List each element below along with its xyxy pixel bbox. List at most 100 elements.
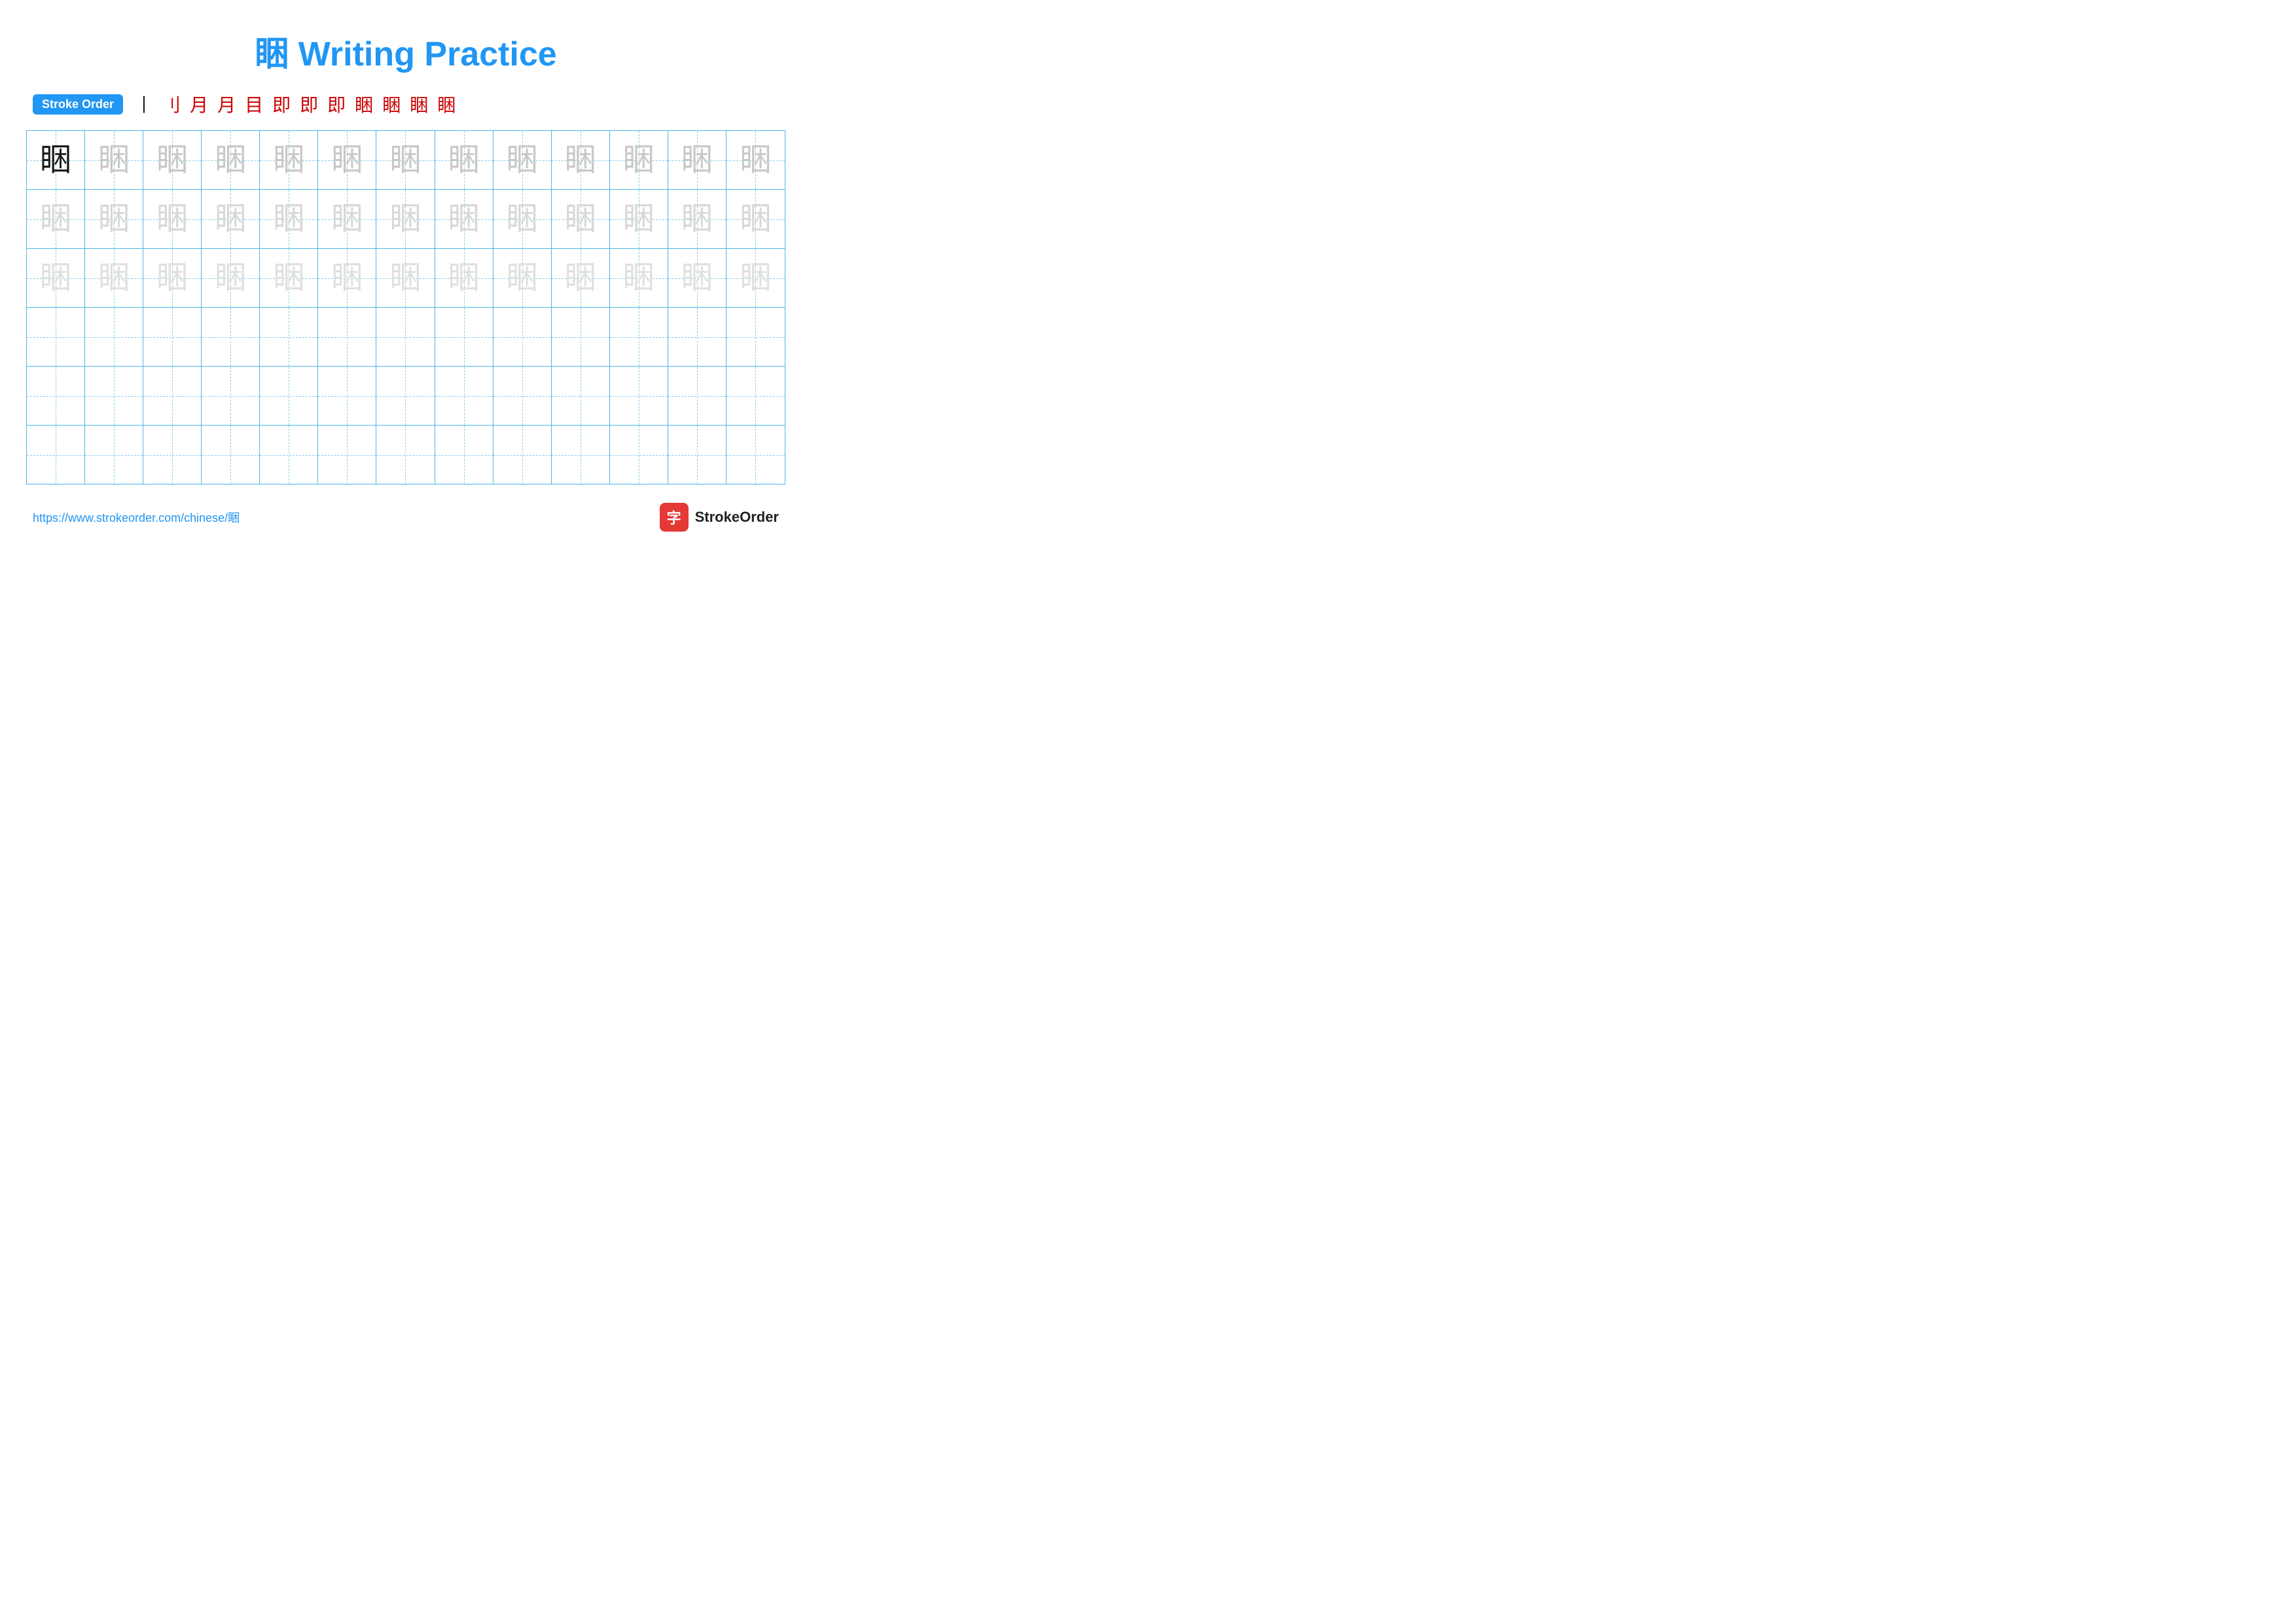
grid-cell[interactable] — [85, 426, 143, 484]
grid-cell[interactable] — [85, 308, 143, 366]
stroke-3: 月 — [190, 91, 208, 117]
grid-cell[interactable] — [27, 367, 85, 425]
grid-cell[interactable] — [552, 308, 610, 366]
grid-cell[interactable]: 睏 — [202, 249, 260, 307]
grid-cell[interactable] — [726, 367, 785, 425]
stroke-12: 睏 — [437, 91, 456, 117]
grid-cell[interactable]: 睏 — [376, 249, 435, 307]
stroke-order-row: Stroke Order 丨 刂 月 月 目 即 即 即 睏 睏 睏 睏 — [26, 91, 785, 117]
grid-cell[interactable] — [435, 426, 493, 484]
grid-cell[interactable] — [435, 367, 493, 425]
grid-cell[interactable] — [143, 426, 202, 484]
grid-cell[interactable] — [318, 308, 376, 366]
grid-cell[interactable]: 睏 — [143, 131, 202, 189]
grid-cell[interactable]: 睏 — [202, 131, 260, 189]
grid-cell[interactable]: 睏 — [493, 249, 552, 307]
grid-cell[interactable] — [143, 367, 202, 425]
char-display: 睏 — [565, 204, 596, 235]
grid-cell[interactable]: 睏 — [726, 131, 785, 189]
grid-cell[interactable] — [493, 367, 552, 425]
grid-cell[interactable]: 睏 — [726, 249, 785, 307]
grid-cell[interactable]: 睏 — [610, 249, 668, 307]
grid-cell[interactable] — [260, 426, 318, 484]
char-display: 睏 — [273, 145, 304, 176]
grid-cell[interactable]: 睏 — [610, 131, 668, 189]
grid-cell[interactable]: 睏 — [202, 190, 260, 248]
char-display: 睏 — [156, 204, 188, 235]
grid-cell[interactable]: 睏 — [435, 249, 493, 307]
grid-cell[interactable] — [668, 367, 726, 425]
grid-cell[interactable] — [143, 308, 202, 366]
grid-cell[interactable] — [552, 367, 610, 425]
grid-cell[interactable]: 睏 — [435, 131, 493, 189]
char-display: 睏 — [623, 204, 655, 235]
grid-cell[interactable] — [318, 426, 376, 484]
grid-cell[interactable]: 睏 — [27, 131, 85, 189]
grid-cell[interactable]: 睏 — [85, 249, 143, 307]
grid-row-5 — [27, 367, 785, 426]
grid-cell[interactable] — [27, 308, 85, 366]
grid-cell[interactable]: 睏 — [260, 131, 318, 189]
grid-cell[interactable] — [260, 367, 318, 425]
footer: https://www.strokeorder.com/chinese/睏 字 … — [26, 503, 785, 532]
grid-cell[interactable]: 睏 — [668, 131, 726, 189]
char-display: 睏 — [40, 145, 71, 176]
grid-cell[interactable] — [202, 367, 260, 425]
grid-cell[interactable] — [435, 308, 493, 366]
grid-cell[interactable] — [376, 426, 435, 484]
grid-cell[interactable] — [27, 426, 85, 484]
grid-cell[interactable]: 睏 — [435, 190, 493, 248]
char-display: 睏 — [448, 145, 480, 176]
grid-cell[interactable] — [493, 308, 552, 366]
grid-cell[interactable]: 睏 — [318, 190, 376, 248]
stroke-2: 刂 — [162, 91, 181, 117]
grid-cell[interactable] — [610, 426, 668, 484]
grid-cell[interactable] — [376, 367, 435, 425]
grid-cell[interactable]: 睏 — [143, 190, 202, 248]
grid-cell[interactable] — [668, 308, 726, 366]
grid-cell[interactable]: 睏 — [552, 131, 610, 189]
grid-cell[interactable] — [668, 426, 726, 484]
char-display: 睏 — [623, 145, 655, 176]
grid-cell[interactable] — [202, 308, 260, 366]
char-display: 睏 — [156, 263, 188, 294]
char-display: 睏 — [507, 145, 538, 176]
grid-cell[interactable]: 睏 — [27, 190, 85, 248]
grid-cell[interactable]: 睏 — [610, 190, 668, 248]
char-display: 睏 — [740, 263, 771, 294]
logo-text: StrokeOrder — [695, 509, 779, 526]
grid-cell[interactable]: 睏 — [552, 249, 610, 307]
grid-cell[interactable]: 睏 — [143, 249, 202, 307]
grid-cell[interactable] — [260, 308, 318, 366]
char-display: 睏 — [681, 263, 713, 294]
grid-cell[interactable] — [493, 426, 552, 484]
grid-cell[interactable]: 睏 — [260, 249, 318, 307]
footer-url[interactable]: https://www.strokeorder.com/chinese/睏 — [33, 509, 240, 526]
grid-cell[interactable]: 睏 — [376, 190, 435, 248]
grid-cell[interactable] — [726, 308, 785, 366]
grid-cell[interactable]: 睏 — [318, 249, 376, 307]
grid-cell[interactable] — [552, 426, 610, 484]
grid-cell[interactable]: 睏 — [668, 249, 726, 307]
grid-cell[interactable]: 睏 — [493, 190, 552, 248]
grid-cell[interactable]: 睏 — [260, 190, 318, 248]
grid-cell[interactable]: 睏 — [85, 190, 143, 248]
grid-cell[interactable] — [610, 367, 668, 425]
grid-cell[interactable] — [376, 308, 435, 366]
grid-cell[interactable] — [610, 308, 668, 366]
grid-cell[interactable]: 睏 — [27, 249, 85, 307]
grid-cell[interactable]: 睏 — [376, 131, 435, 189]
grid-cell[interactable]: 睏 — [668, 190, 726, 248]
grid-cell[interactable]: 睏 — [726, 190, 785, 248]
grid-cell[interactable] — [202, 426, 260, 484]
grid-cell[interactable]: 睏 — [493, 131, 552, 189]
grid-cell[interactable] — [318, 367, 376, 425]
grid-cell[interactable]: 睏 — [85, 131, 143, 189]
grid-cell[interactable]: 睏 — [318, 131, 376, 189]
practice-grid[interactable]: 睏 睏 睏 睏 睏 睏 睏 睏 睏 睏 睏 睏 睏 睏 睏 睏 睏 睏 睏 睏 … — [26, 130, 785, 484]
grid-cell[interactable] — [85, 367, 143, 425]
stroke-7: 即 — [300, 91, 318, 117]
char-display: 睏 — [389, 204, 421, 235]
grid-cell[interactable] — [726, 426, 785, 484]
grid-cell[interactable]: 睏 — [552, 190, 610, 248]
